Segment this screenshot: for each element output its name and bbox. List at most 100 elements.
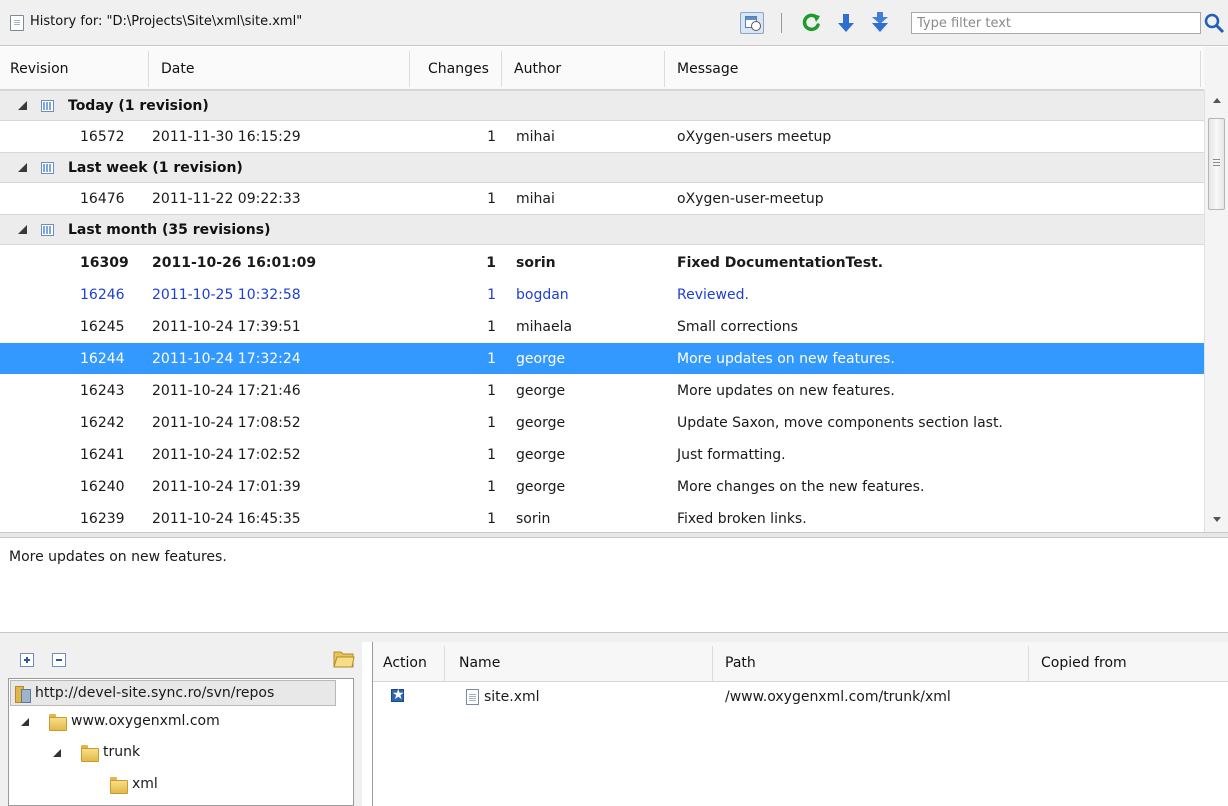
expand-triangle-icon[interactable]	[53, 749, 61, 757]
tree-node-label: www.oxygenxml.com	[71, 713, 220, 729]
tree-node-www-oxygenxml-com[interactable]: www.oxygenxml.com	[9, 709, 349, 735]
repository-icon	[15, 686, 31, 703]
table-row[interactable]: 16476 2011-11-22 09:22:33 1 mihai oXygen…	[0, 183, 1204, 214]
column-divider[interactable]	[409, 51, 410, 87]
cell-author: mihai	[516, 191, 555, 207]
table-row[interactable]: 16239 2011-10-24 16:45:35 1 sorin Fixed …	[0, 503, 1204, 532]
clock-icon	[751, 21, 761, 31]
group-today[interactable]: Today (1 revision)	[0, 90, 1204, 121]
tree-node-trunk[interactable]: trunk	[9, 740, 349, 766]
tree-node-xml[interactable]: xml	[9, 772, 349, 798]
cell-message: Just formatting.	[677, 447, 786, 463]
cell-message: More updates on new features.	[677, 383, 895, 399]
cell-author: sorin	[516, 511, 551, 527]
cell-date: 2011-10-26 16:01:09	[152, 255, 317, 271]
table-row[interactable]: 16243 2011-10-24 17:21:46 1 george More …	[0, 375, 1204, 406]
column-divider[interactable]	[1028, 646, 1029, 682]
folder-icon	[81, 745, 99, 762]
cell-changes: 1	[487, 191, 496, 207]
toolbar-separator	[781, 13, 782, 33]
expand-all-icon[interactable]	[20, 653, 34, 667]
cell-author: george	[516, 351, 566, 367]
cell-message: oXygen-users meetup	[677, 129, 832, 145]
column-date[interactable]: Date	[161, 61, 194, 77]
column-action[interactable]: Action	[383, 655, 427, 671]
table-row-selected[interactable]: 16244 2011-10-24 17:32:24 1 george More …	[0, 343, 1204, 374]
collapse-all-icon[interactable]	[52, 653, 66, 667]
column-divider[interactable]	[1200, 51, 1201, 87]
table-row[interactable]: 16241 2011-10-24 17:02:52 1 george Just …	[0, 439, 1204, 470]
column-revision[interactable]: Revision	[10, 61, 69, 77]
cell-date: 2011-10-24 17:39:51	[152, 319, 301, 335]
column-divider[interactable]	[664, 51, 665, 87]
scroll-down-arrow-icon[interactable]	[1213, 517, 1221, 522]
column-divider[interactable]	[148, 51, 149, 87]
column-divider[interactable]	[444, 646, 445, 682]
column-author[interactable]: Author	[514, 61, 561, 77]
cell-changes: 1	[487, 415, 496, 431]
double-arrow-down-icon[interactable]	[870, 10, 890, 36]
table-row[interactable]: 16572 2011-11-30 16:15:29 1 mihai oXygen…	[0, 121, 1204, 152]
group-label: Today (1 revision)	[68, 98, 209, 114]
cell-message: Fixed broken links.	[677, 511, 807, 527]
history-title: History for: "D:\Projects\Site\xml\site.…	[30, 14, 303, 29]
cell-message: oXygen-user-meetup	[677, 191, 824, 207]
cell-date: 2011-10-24 16:45:35	[152, 511, 301, 527]
table-row[interactable]: 16242 2011-10-24 17:08:52 1 george Updat…	[0, 407, 1204, 438]
history-calendar-button[interactable]	[740, 12, 764, 34]
header-corner	[1204, 47, 1228, 90]
cell-author: george	[516, 479, 566, 495]
cell-revision: 16243	[80, 383, 125, 399]
expand-triangle-icon[interactable]	[18, 101, 27, 110]
column-message[interactable]: Message	[677, 61, 738, 77]
filter-input[interactable]	[911, 12, 1201, 34]
column-divider[interactable]	[712, 646, 713, 682]
splitter[interactable]	[0, 632, 1228, 642]
calendar-group-icon	[41, 162, 54, 174]
column-name[interactable]: Name	[459, 655, 500, 671]
cell-revision: 16241	[80, 447, 125, 463]
cell-message: Reviewed.	[677, 287, 749, 303]
table-row[interactable]: 16240 2011-10-24 17:01:39 1 george More …	[0, 471, 1204, 502]
refresh-icon[interactable]	[800, 12, 822, 34]
cell-date: 2011-10-25 10:32:58	[152, 287, 301, 303]
history-table-scrollbar[interactable]	[1204, 90, 1228, 532]
cell-changes: 1	[487, 129, 496, 145]
column-divider[interactable]	[501, 51, 502, 87]
xml-file-icon	[466, 689, 479, 705]
arrow-down-icon[interactable]	[836, 11, 856, 35]
tree-node-repository[interactable]: http://devel-site.sync.ro/svn/repos	[10, 680, 336, 706]
cell-changes: 1	[487, 447, 496, 463]
column-changes[interactable]: Changes	[428, 61, 489, 77]
folder-open-icon[interactable]	[333, 650, 355, 668]
table-row[interactable]: ★ site.xml /www.oxygenxml.com/trunk/xml	[373, 682, 1228, 716]
repository-tree-pane: http://devel-site.sync.ro/svn/repos www.…	[0, 642, 362, 806]
cell-message: More updates on new features.	[677, 351, 895, 367]
calendar-group-icon	[41, 224, 54, 236]
expand-triangle-icon[interactable]	[18, 225, 27, 234]
column-path[interactable]: Path	[725, 655, 756, 671]
cell-message: Fixed DocumentationTest.	[677, 255, 884, 271]
cell-message: More changes on the new features.	[677, 479, 925, 495]
table-row[interactable]: 16309 2011-10-26 16:01:09 1 sorin Fixed …	[0, 247, 1204, 278]
repository-tree: http://devel-site.sync.ro/svn/repos www.…	[8, 678, 354, 806]
table-row[interactable]: 16246 2011-10-25 10:32:58 1 bogdan Revie…	[0, 279, 1204, 310]
column-copied-from[interactable]: Copied from	[1041, 655, 1127, 671]
cell-changes: 1	[487, 319, 496, 335]
cell-changes: 1	[486, 255, 496, 271]
cell-revision: 16244	[80, 351, 125, 367]
group-last-month[interactable]: Last month (35 revisions)	[0, 214, 1204, 245]
table-row[interactable]: 16245 2011-10-24 17:39:51 1 mihaela Smal…	[0, 311, 1204, 342]
cell-name: site.xml	[484, 689, 540, 705]
cell-revision: 16476	[80, 191, 125, 207]
modified-action-icon: ★	[391, 687, 405, 703]
cell-message: Small corrections	[677, 319, 798, 335]
expand-triangle-icon[interactable]	[18, 163, 27, 172]
cell-changes: 1	[487, 351, 496, 367]
cell-changes: 1	[487, 511, 496, 527]
group-last-week[interactable]: Last week (1 revision)	[0, 152, 1204, 183]
expand-triangle-icon[interactable]	[21, 718, 29, 726]
search-icon[interactable]	[1203, 12, 1225, 34]
scrollbar-thumb[interactable]	[1208, 118, 1225, 210]
scroll-up-arrow-icon[interactable]	[1213, 98, 1221, 103]
